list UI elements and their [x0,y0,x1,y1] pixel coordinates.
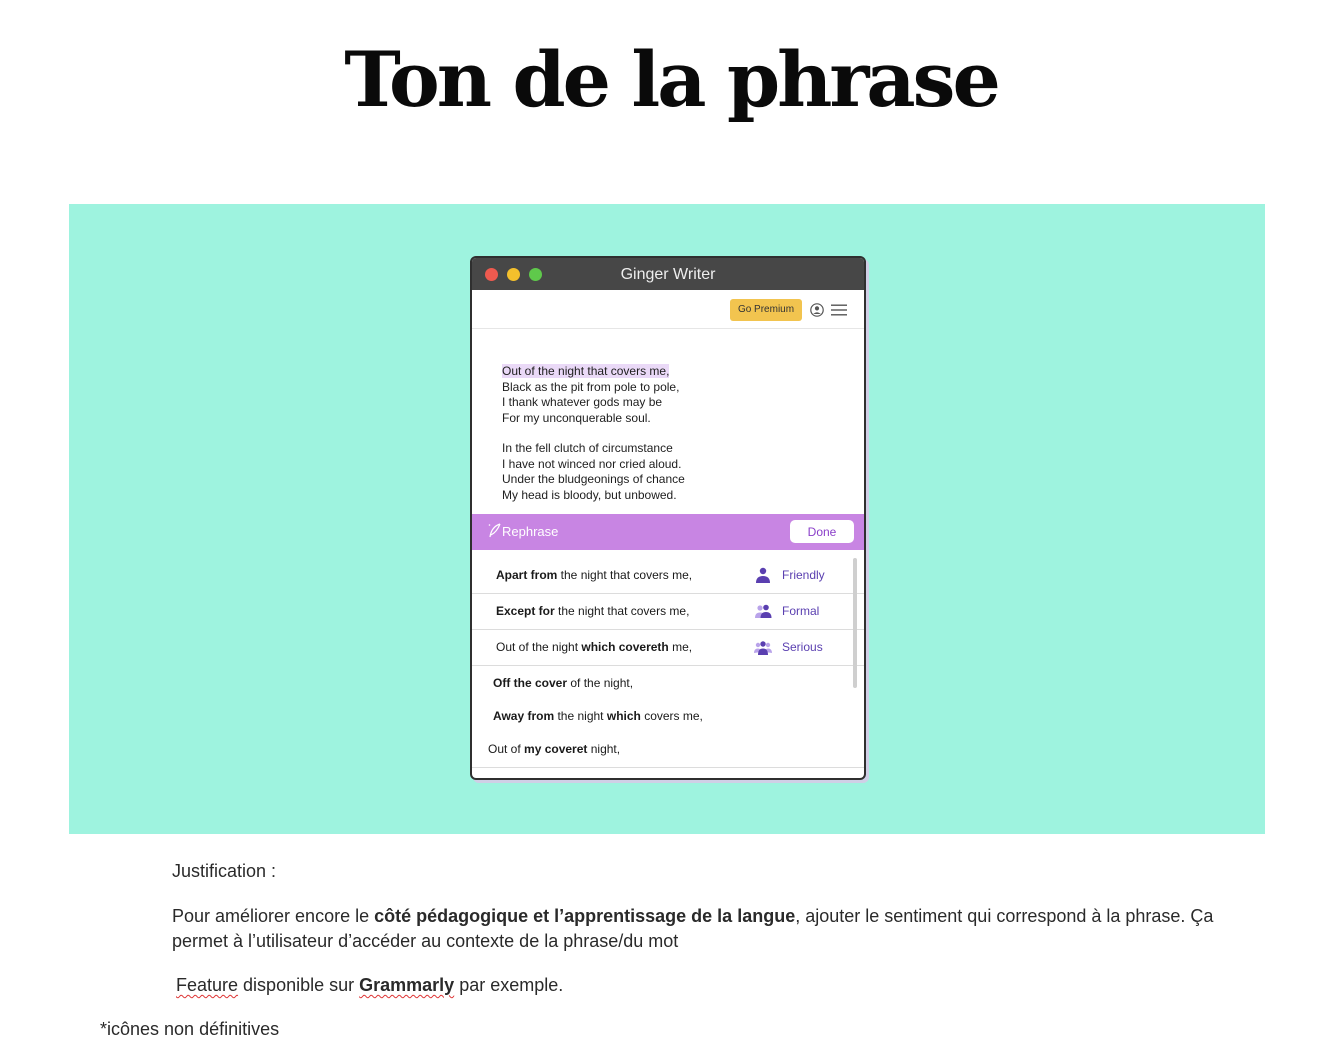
poem-line[interactable]: My head is bloody, but unbowed. [502,488,842,504]
tone-label: Serious [782,640,823,654]
poem-stanza-gap [502,426,842,441]
done-button[interactable]: Done [790,520,854,543]
poem-line[interactable]: Out of the night that covers me, [502,364,842,380]
poem-line[interactable]: In the fell clutch of circumstance [502,441,842,457]
two-people-icon [754,603,772,619]
rephrase-option-text: Away from the night which covers me, [493,709,703,723]
poem-line[interactable]: Under the bludgeonings of chance [502,472,842,488]
options-scrollbar[interactable] [853,558,857,688]
rephrase-option[interactable]: Out of my coveret night, [472,732,864,768]
rephrase-header: Rephrase Done [472,514,864,550]
page-title: Ton de la phrase [344,35,1001,124]
go-premium-button[interactable]: Go Premium [730,299,802,321]
rephrase-option-text: Out of the night which covereth me, [496,640,693,654]
rephrase-option[interactable]: Apart from the night that covers me, Frie… [472,558,864,594]
mockup-panel: Ginger Writer Go Premium Out of the nigh… [69,204,1265,834]
rephrase-option[interactable]: Off the cover of the night, [472,666,864,702]
hamburger-menu-icon[interactable] [831,304,847,316]
rephrase-option[interactable]: Away from the night which covers me, [472,699,864,735]
justification-label: Justification : [172,861,277,881]
rephrase-option-text: Out of my coveret night, [488,742,621,756]
group-icon [754,639,772,655]
app-window: Ginger Writer Go Premium Out of the nigh… [470,256,866,780]
document-text[interactable]: Out of the night that covers me, Black a… [502,364,842,503]
window-titlebar[interactable]: Ginger Writer [472,258,864,290]
rephrase-option-text: Apart from the night that covers me, [496,568,693,582]
tone-label: Friendly [782,568,825,582]
rephrase-option[interactable]: Out of the night which covereth me, Serio… [472,630,864,666]
rephrase-option[interactable]: Except for the night that covers me, Form… [472,594,864,630]
poem-line[interactable]: For my unconquerable soul. [502,411,842,427]
app-toolbar: Go Premium [472,290,864,329]
account-icon[interactable] [810,303,824,317]
window-title: Ginger Writer [620,266,716,283]
poem-line[interactable]: I have not winced nor cried aloud. [502,457,842,473]
poem-line[interactable]: Black as the pit from pole to pole, [502,380,842,396]
feather-icon [488,523,501,538]
justification-paragraph: Pour améliorer encore le côté pédagogiqu… [172,906,1214,951]
poem-line[interactable]: I thank whatever gods may be [502,395,842,411]
person-icon [754,567,772,583]
rephrase-option-text: Except for the night that covers me, [496,604,690,618]
rephrase-option-text: Off the cover of the night, [493,676,634,690]
footnote: *icônes non définitives [100,1019,280,1039]
tone-label: Formal [782,604,820,618]
grammarly-note: Feature disponible sur Grammarly par exe… [176,975,564,995]
